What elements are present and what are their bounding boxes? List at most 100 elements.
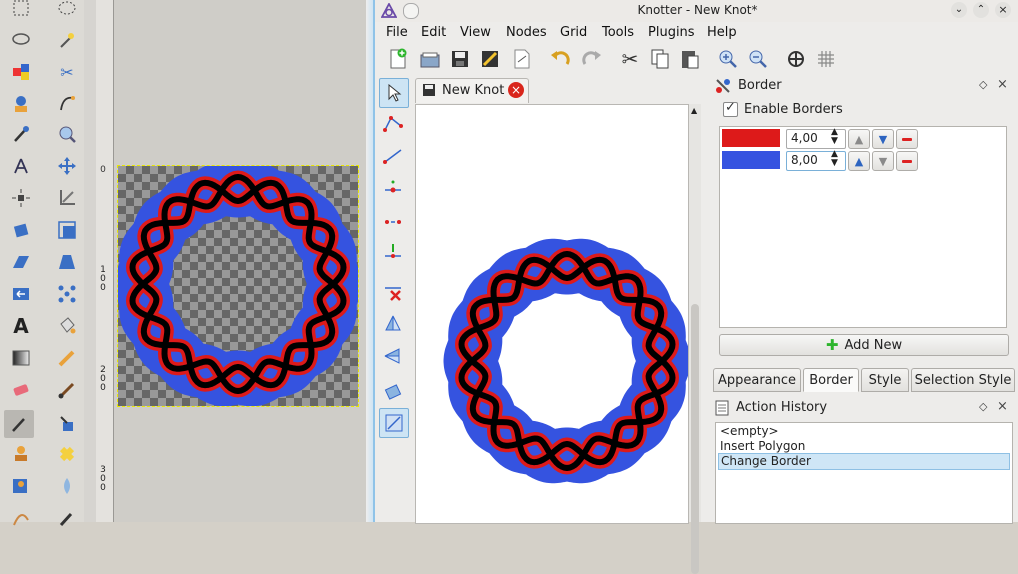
rect-select-icon[interactable]: [6, 0, 36, 22]
ellipse-select-icon[interactable]: [52, 0, 82, 22]
move-icon[interactable]: [52, 152, 82, 180]
break-edge-icon[interactable]: [379, 206, 407, 234]
history-item[interactable]: Insert Polygon: [718, 439, 1010, 454]
flip-horizontal-icon[interactable]: [379, 342, 407, 370]
blur-icon[interactable]: [52, 472, 82, 500]
flip-icon[interactable]: [6, 280, 36, 308]
cage-transform-icon[interactable]: [52, 280, 82, 308]
menu-plugins[interactable]: Plugins: [648, 25, 695, 40]
grid-icon[interactable]: [813, 46, 839, 72]
select-by-color-icon[interactable]: [6, 58, 36, 86]
erase-node-icon[interactable]: [379, 278, 407, 306]
image-canvas[interactable]: [114, 161, 362, 407]
undo-icon[interactable]: [547, 46, 573, 72]
border-width-spinbox[interactable]: 8,00 ▲ ▼: [786, 150, 846, 171]
paths-icon[interactable]: [52, 90, 82, 118]
menu-grid[interactable]: Grid: [560, 25, 587, 40]
bucket-fill-icon[interactable]: [52, 312, 82, 340]
clone-icon[interactable]: [6, 472, 36, 500]
insert-edge-icon[interactable]: [379, 174, 407, 202]
smudge-icon[interactable]: [4, 410, 34, 438]
new-file-icon[interactable]: [385, 46, 411, 72]
ink-icon[interactable]: [52, 410, 82, 438]
select-tool-icon[interactable]: [379, 78, 409, 108]
eraser-icon[interactable]: [6, 376, 36, 404]
measure-icon[interactable]: [6, 152, 36, 180]
edit-edge-icon[interactable]: [379, 142, 407, 170]
fuzzy-select-icon[interactable]: [52, 26, 82, 54]
minimize-button[interactable]: ⌄: [951, 2, 967, 18]
remove-border-button[interactable]: [896, 151, 918, 171]
blend-icon[interactable]: [6, 344, 36, 372]
tab-selection-style[interactable]: Selection Style: [911, 368, 1015, 392]
shear-icon[interactable]: [6, 248, 36, 276]
menu-nodes[interactable]: Nodes: [506, 25, 547, 40]
close-panel-icon[interactable]: ×: [997, 399, 1008, 414]
remove-border-button[interactable]: [896, 129, 918, 149]
redo-icon[interactable]: [579, 46, 605, 72]
close-tab-icon[interactable]: ×: [508, 82, 524, 98]
float-panel-icon[interactable]: ◇: [979, 400, 987, 413]
heal-icon[interactable]: [52, 440, 82, 468]
menu-file[interactable]: File: [386, 25, 408, 40]
knot-display-icon[interactable]: [783, 46, 809, 72]
cut-icon[interactable]: ✂: [617, 46, 643, 72]
lasso-icon[interactable]: [6, 26, 36, 54]
flip-vertical-icon[interactable]: [379, 310, 407, 338]
rotate-selection-icon[interactable]: [379, 378, 407, 406]
knot-canvas[interactable]: [415, 104, 691, 524]
path-icon[interactable]: [6, 504, 36, 532]
move-up-button[interactable]: ▲: [848, 151, 870, 171]
airbrush-icon[interactable]: [52, 504, 82, 532]
paintbrush-icon[interactable]: [52, 376, 82, 404]
scrollbar-thumb[interactable]: [691, 304, 699, 574]
menu-help[interactable]: Help: [707, 25, 737, 40]
scroll-up-icon[interactable]: ▲: [691, 106, 697, 115]
border-width-spinbox[interactable]: 4,00 ▲ ▼: [786, 128, 846, 149]
dodge-burn-icon[interactable]: [6, 440, 36, 468]
export-icon[interactable]: [477, 46, 503, 72]
float-panel-icon[interactable]: ◇: [979, 78, 987, 91]
menu-edit[interactable]: Edit: [421, 25, 446, 40]
tab-border[interactable]: Border: [803, 368, 859, 392]
history-item[interactable]: <empty>: [718, 424, 1010, 439]
menu-view[interactable]: View: [460, 25, 491, 40]
menu-tools[interactable]: Tools: [602, 25, 634, 40]
text-tool-icon[interactable]: A: [6, 312, 36, 340]
history-item-selected[interactable]: Change Border: [718, 453, 1010, 470]
scissors-icon[interactable]: ✂: [52, 58, 82, 86]
rotate-icon[interactable]: [6, 216, 36, 244]
paste-icon[interactable]: [677, 46, 703, 72]
zoom-in-icon[interactable]: [715, 46, 741, 72]
scale-selection-icon[interactable]: [379, 408, 409, 438]
move-down-button[interactable]: ▼: [872, 129, 894, 149]
foreground-select-icon[interactable]: [6, 90, 36, 118]
zoom-icon[interactable]: [52, 120, 82, 148]
spin-arrows-icon[interactable]: ▲ ▼: [831, 128, 838, 146]
spin-arrows-icon[interactable]: ▲ ▼: [831, 150, 838, 168]
maximize-button[interactable]: ⌃: [973, 2, 989, 18]
document-properties-icon[interactable]: [509, 46, 535, 72]
close-window-button[interactable]: ×: [995, 2, 1011, 18]
perspective-icon[interactable]: [52, 248, 82, 276]
close-panel-icon[interactable]: ×: [997, 77, 1008, 92]
border-color-swatch[interactable]: [722, 151, 780, 169]
copy-icon[interactable]: [647, 46, 673, 72]
border-color-swatch[interactable]: [722, 129, 780, 147]
crop-icon[interactable]: [52, 184, 82, 212]
add-new-button[interactable]: ✚ Add New: [719, 334, 1009, 356]
open-file-icon[interactable]: [417, 46, 443, 72]
move-up-button[interactable]: ▲: [848, 129, 870, 149]
pencil-icon[interactable]: [52, 344, 82, 372]
tab-style[interactable]: Style: [861, 368, 909, 392]
move-down-button[interactable]: ▼: [872, 151, 894, 171]
merge-nodes-icon[interactable]: [379, 238, 407, 266]
save-icon[interactable]: [447, 46, 473, 72]
scale-icon[interactable]: [52, 216, 82, 244]
edit-graph-icon[interactable]: [379, 110, 407, 138]
enable-borders-checkbox[interactable]: ✓: [723, 100, 738, 117]
document-tab[interactable]: New Knot ×: [415, 78, 529, 103]
color-picker-icon[interactable]: [6, 120, 36, 148]
align-icon[interactable]: [6, 184, 36, 212]
zoom-out-icon[interactable]: [745, 46, 771, 72]
